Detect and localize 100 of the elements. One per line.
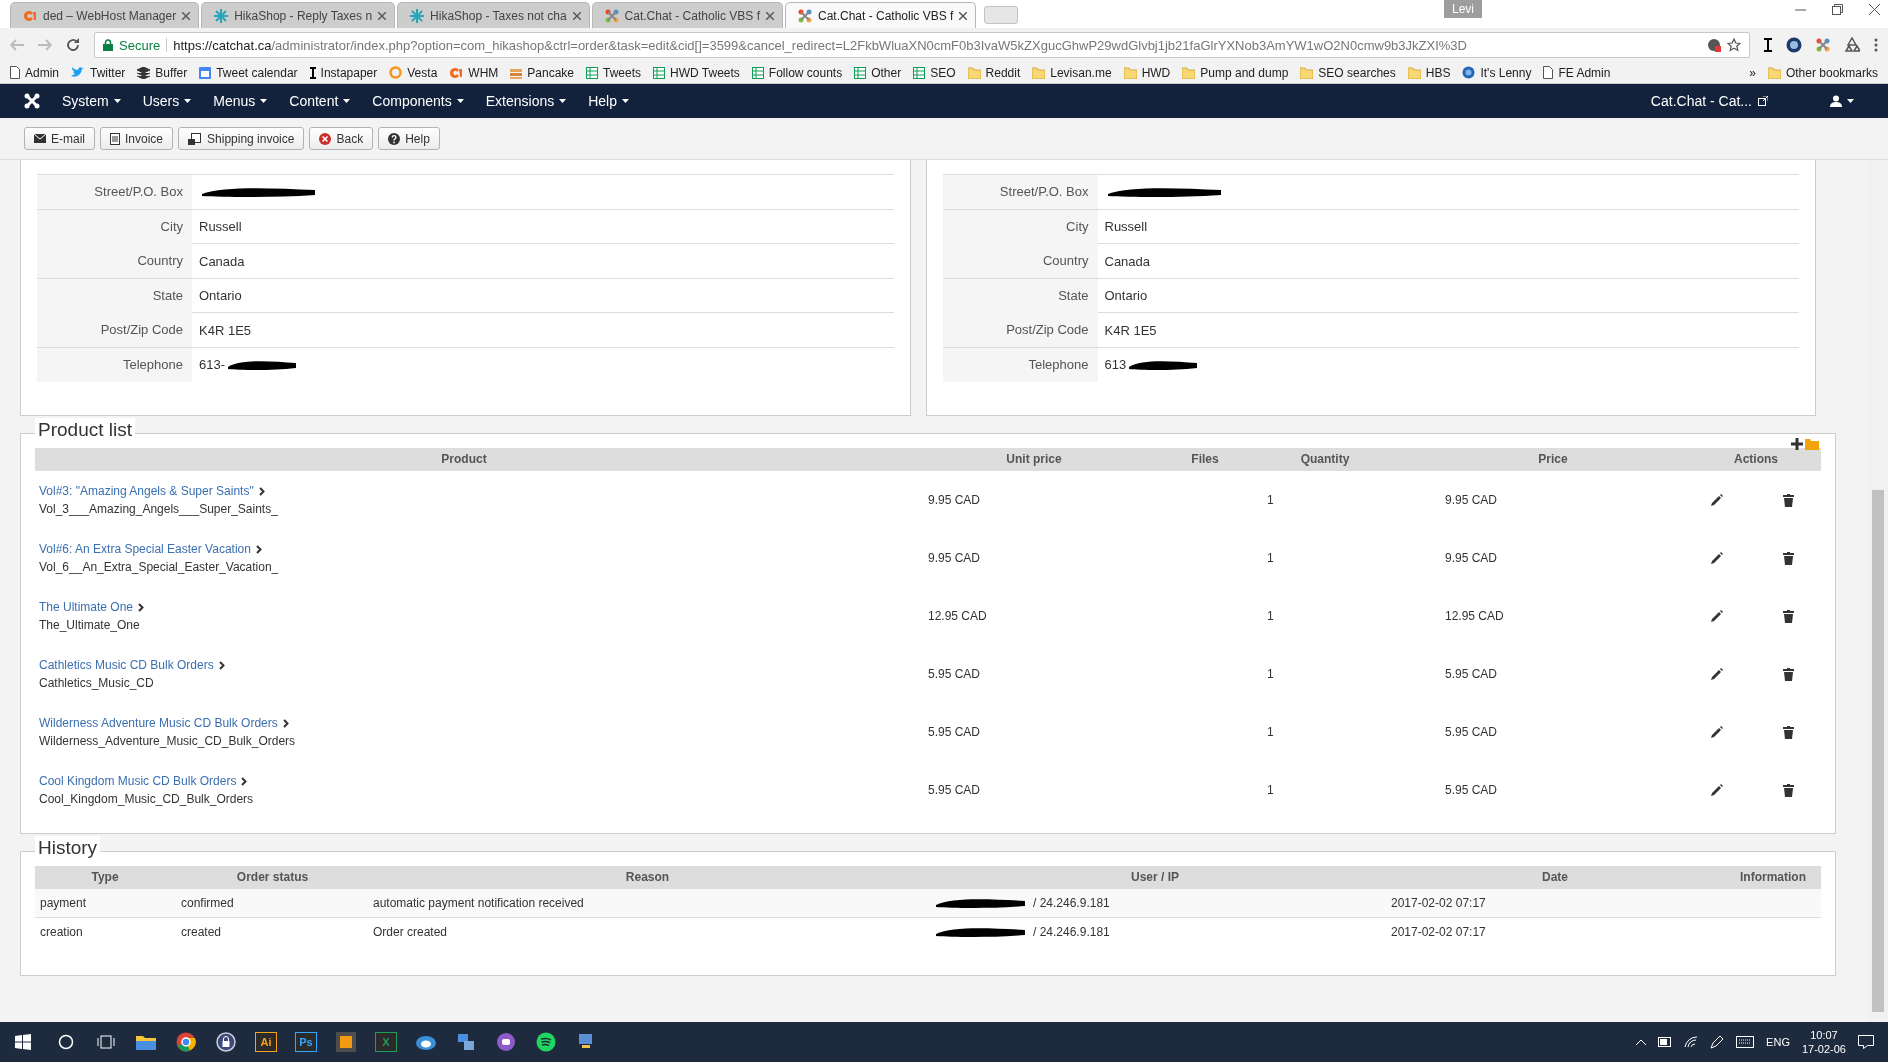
menu-item[interactable]: Menus [213,93,268,109]
windows-logo-icon[interactable] [15,1034,31,1050]
cloud-icon[interactable] [415,1033,437,1051]
bookmark[interactable]: It's Lenny [1462,65,1532,80]
product-code: Wilderness_Adventure_Music_CD_Bulk_Orders [39,734,297,748]
browser-tab[interactable]: HikaShop - Taxes not cha [397,2,590,28]
more-bookmarks-button[interactable]: » [1749,65,1756,80]
menu-item[interactable]: Components [372,93,464,109]
music-app-icon[interactable] [536,1032,556,1052]
bookmark[interactable]: Vesta [389,65,438,80]
bookmark[interactable]: Follow counts [751,65,843,80]
app-icon[interactable]: Ai [255,1032,277,1052]
toolbar-button[interactable]: Shipping invoice [178,127,305,150]
browser-tab[interactable]: ded – WebHost Manager [10,2,200,28]
close-icon[interactable] [572,11,581,20]
trash-icon[interactable] [1783,725,1794,739]
extension-icon[interactable] [1786,37,1802,53]
close-icon[interactable] [959,11,968,20]
toolbar-button[interactable]: Invoice [100,127,174,150]
browser-tab[interactable]: Cat.Chat - Catholic VBS f [785,2,977,28]
bookmark[interactable]: HBS [1407,65,1451,80]
extension-icon[interactable] [1764,38,1772,52]
toolbar-button[interactable]: Help [378,127,440,150]
secure-label: Secure [119,37,161,53]
folder-icon[interactable] [136,1034,156,1050]
bookmark[interactable]: Other bookmarks [1767,65,1878,80]
recycle-icon[interactable] [1844,37,1860,53]
product-link[interactable]: Wilderness Adventure Music CD Bulk Orders [39,716,893,730]
bookmark[interactable]: SEO searches [1300,65,1396,80]
edit-icon[interactable] [1711,610,1723,622]
toolbar-button[interactable]: E-mail [24,127,95,150]
network-icon[interactable] [456,1032,476,1052]
menu-item[interactable]: System [62,93,121,109]
search-icon[interactable] [58,1034,74,1050]
product-link[interactable]: The Ultimate One [39,600,893,614]
menu-item[interactable]: Help [588,93,629,109]
product-code: Cool_Kingdom_Music_CD_Bulk_Orders [39,792,255,806]
lock-icon[interactable] [216,1032,236,1052]
trash-icon[interactable] [1783,551,1794,565]
app-icon[interactable]: Ps [295,1032,317,1052]
trash-icon[interactable] [1783,667,1794,681]
restore-icon[interactable] [1832,4,1843,15]
bookmark[interactable]: Twitter [71,65,126,80]
edit-icon[interactable] [1711,552,1723,564]
plus-icon[interactable] [1791,438,1803,450]
site-link[interactable]: Cat.Chat - Cat... [1650,93,1768,109]
product-link[interactable]: Cool Kingdom Music CD Bulk Orders [39,774,893,788]
user-menu[interactable] [1830,95,1854,107]
trash-icon[interactable] [1783,493,1794,507]
bookmark[interactable]: Levisan.me [1032,65,1112,80]
menu-icon[interactable] [1874,38,1878,52]
chevron-up-icon[interactable] [1636,1039,1647,1045]
joomla-logo-icon[interactable] [24,93,40,109]
close-icon[interactable] [182,11,191,20]
bookmark[interactable]: HWD Tweets [653,65,740,80]
bookmark[interactable]: Buffer [137,65,188,80]
app-icon[interactable] [496,1032,516,1052]
bookmark[interactable]: FE Admin [1543,65,1611,80]
product-link[interactable]: Cathletics Music CD Bulk Orders [39,658,893,672]
bookmark[interactable]: HWD [1123,65,1171,80]
task-view-icon[interactable] [97,1035,115,1049]
toolbar-button[interactable]: Back [309,127,374,150]
product-link[interactable]: Vol#3: "Amazing Angels & Super Saints" [39,484,893,498]
app-icon[interactable]: X [375,1032,397,1052]
edit-icon[interactable] [1711,784,1723,796]
close-icon[interactable] [1869,4,1880,15]
star-icon[interactable] [1727,38,1741,52]
bookmark[interactable]: Tweet calendar [199,65,298,80]
edit-icon[interactable] [1711,494,1723,506]
bookmark[interactable]: Tweets [586,65,642,80]
spreadsheet-icon [751,66,764,79]
language-indicator[interactable]: ENG [1766,1036,1790,1048]
reload-icon[interactable] [66,38,80,52]
trash-icon[interactable] [1783,783,1794,797]
bookmark[interactable]: Reddit [967,65,1021,80]
bookmark[interactable]: Pancake [510,65,574,80]
bookmark[interactable]: Admin [10,65,59,80]
keyboard-icon[interactable] [1736,1036,1755,1048]
notifications-icon[interactable] [1858,1035,1874,1049]
bookmark[interactable]: WHM [449,65,499,80]
menu-item[interactable]: Extensions [485,93,567,109]
pen-icon[interactable] [1710,1035,1725,1049]
bookmark[interactable]: Other [854,65,902,80]
browser-tab[interactable]: HikaShop - Reply Taxes n [201,2,396,28]
bookmark[interactable]: SEO [913,65,956,80]
edit-icon[interactable] [1711,668,1723,680]
close-icon[interactable] [378,11,387,20]
clock[interactable]: 10:07 17-02-06 [1801,1028,1846,1056]
menu-item[interactable]: Content [289,93,351,109]
product-link[interactable]: Vol#6: An Extra Special Easter Vacation [39,542,893,556]
trash-icon[interactable] [1783,609,1794,623]
browser-icon[interactable] [176,1032,196,1052]
address-field[interactable]: Secure https://catchat.ca/administrator/index.php?option=com_hikashop&ctrl=order&task=edit&cid[]=3599&cancel_redirect=L2FkbWluaXN0cmF0b3IvaW5kZXgucGhwP29wdGlvbj1jb21faGlrYXNob3AmYW1wO2N0cmw9b3JkZXI%3D [94,32,1750,58]
menu-item[interactable]: Users [142,93,192,109]
browser-tab[interactable]: Cat.Chat - Catholic VBS f [591,2,783,28]
field-label: Country [37,244,192,278]
bookmark[interactable]: Instapaper [309,65,378,80]
close-icon[interactable] [766,11,774,20]
edit-icon[interactable] [1711,726,1723,738]
bookmark[interactable]: Pump and dump [1182,65,1289,80]
